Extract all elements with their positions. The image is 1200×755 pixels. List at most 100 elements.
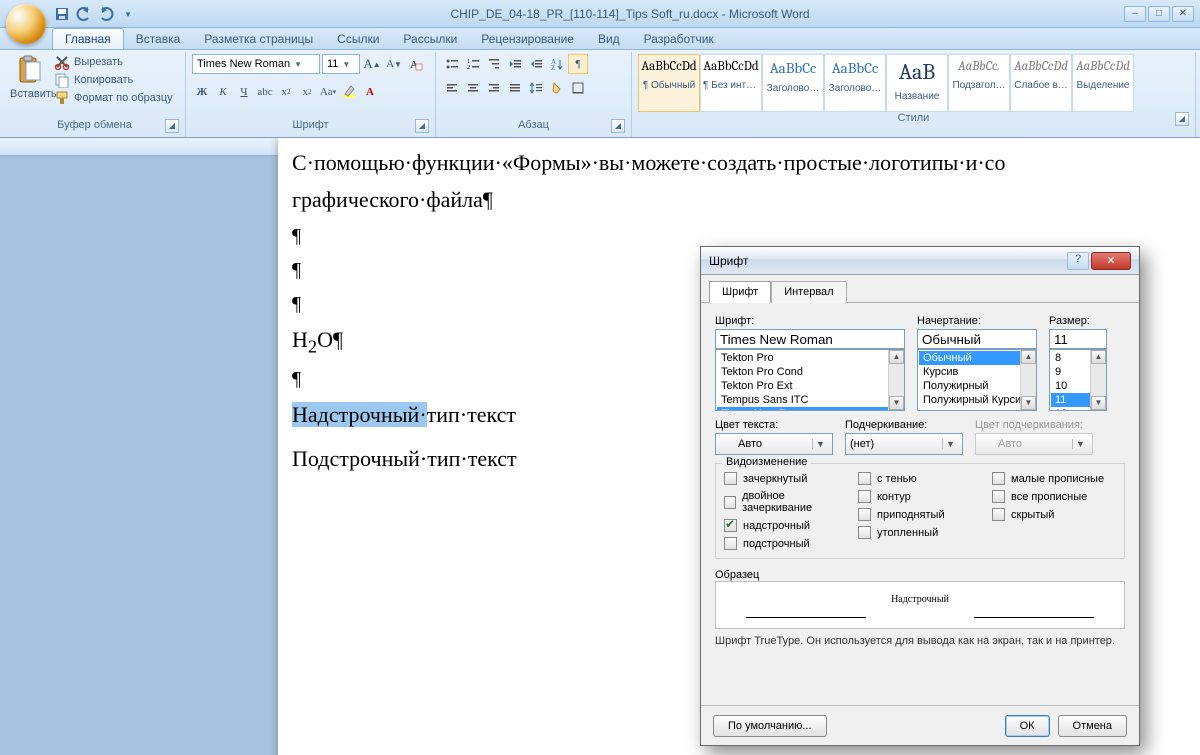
chk-emboss[interactable]: приподнятый <box>858 508 982 521</box>
dialog-tab-spacing[interactable]: Интервал <box>771 281 846 303</box>
styles-gallery[interactable]: AaBbCcDd¶ ОбычныйAaBbCcDd¶ Без инте…AaBb… <box>638 54 1189 112</box>
align-right-button[interactable] <box>484 78 504 98</box>
align-center-button[interactable] <box>463 78 483 98</box>
font-style-input[interactable] <box>917 329 1037 349</box>
list-option[interactable]: Обычный <box>919 351 1035 365</box>
maximize-button[interactable]: □ <box>1148 6 1170 22</box>
dialog-help-button[interactable]: ? <box>1067 252 1089 270</box>
subscript-button[interactable]: x2 <box>276 82 296 102</box>
italic-button[interactable]: К <box>213 82 233 102</box>
tab-developer[interactable]: Разработчик <box>632 29 726 49</box>
office-button[interactable] <box>6 4 46 44</box>
chk-double-strike[interactable]: двойное зачеркивание <box>724 490 848 514</box>
show-marks-button[interactable]: ¶ <box>568 54 588 74</box>
borders-button[interactable] <box>568 78 588 98</box>
undo-icon[interactable] <box>76 6 92 22</box>
underline-button[interactable]: Ч <box>234 82 254 102</box>
shrink-font-button[interactable]: A▼ <box>384 54 404 74</box>
underline-dropdown[interactable]: (нет)▼ <box>845 433 963 455</box>
list-option[interactable]: Полужирный <box>919 379 1035 393</box>
style-item[interactable]: AaBНазвание <box>886 54 948 112</box>
redo-icon[interactable] <box>98 6 114 22</box>
copy-button[interactable]: Копировать <box>54 72 173 88</box>
format-painter-button[interactable]: Формат по образцу <box>54 90 173 106</box>
list-option[interactable]: Tempus Sans ITC <box>717 393 903 407</box>
line-spacing-button[interactable] <box>526 78 546 98</box>
paste-button[interactable]: Вставить <box>10 54 50 100</box>
tab-layout[interactable]: Разметка страницы <box>192 29 325 49</box>
style-list[interactable]: ОбычныйКурсивПолужирныйПолужирный Курсив… <box>917 349 1037 411</box>
ok-button[interactable]: ОК <box>1005 715 1050 737</box>
bullets-button[interactable] <box>442 54 462 74</box>
tab-home[interactable]: Главная <box>52 28 124 49</box>
list-option[interactable]: Tekton Pro Ext <box>717 379 903 393</box>
paragraph-group-label: Абзац <box>518 119 549 131</box>
chk-shadow[interactable]: с тенью <box>858 472 982 485</box>
change-case-button[interactable]: Aa▾ <box>318 82 338 102</box>
font-dialog-launcher[interactable]: ◢ <box>415 119 429 133</box>
increase-indent-button[interactable] <box>526 54 546 74</box>
superscript-button[interactable]: x2 <box>297 82 317 102</box>
sort-button[interactable]: AZ <box>547 54 567 74</box>
list-option[interactable]: Курсив <box>919 365 1035 379</box>
clear-formatting-button[interactable]: A <box>406 54 426 74</box>
default-button[interactable]: По умолчанию... <box>713 715 827 737</box>
font-list[interactable]: Tekton ProTekton Pro CondTekton Pro ExtT… <box>715 349 905 411</box>
paragraph-dialog-launcher[interactable]: ◢ <box>611 119 625 133</box>
font-color-button[interactable]: A <box>360 82 380 102</box>
strikethrough-button[interactable]: abc <box>255 82 275 102</box>
styles-dialog-launcher[interactable]: ◢ <box>1175 112 1189 126</box>
dialog-close-button[interactable]: ✕ <box>1091 252 1131 270</box>
bold-button[interactable]: Ж <box>192 82 212 102</box>
style-item[interactable]: AaBbCcDd¶ Без инте… <box>700 54 762 112</box>
cut-button[interactable]: Вырезать <box>54 54 173 70</box>
chk-smallcaps[interactable]: малые прописные <box>992 472 1116 485</box>
dialog-tab-font[interactable]: Шрифт <box>709 281 771 303</box>
numbering-button[interactable]: 12 <box>463 54 483 74</box>
clipboard-dialog-launcher[interactable]: ◢ <box>165 119 179 133</box>
chk-superscript[interactable]: надстрочный <box>724 519 848 532</box>
shading-button[interactable] <box>547 78 567 98</box>
style-item[interactable]: AaBbCcЗаголово… <box>762 54 824 112</box>
chk-engrave[interactable]: утопленный <box>858 526 982 539</box>
style-item[interactable]: AaBbCcЗаголово… <box>824 54 886 112</box>
size-list[interactable]: 89101112▲▼ <box>1049 349 1107 411</box>
chk-hidden[interactable]: скрытый <box>992 508 1116 521</box>
qat-more-icon[interactable]: ▾ <box>120 6 136 22</box>
font-size-combo[interactable]: 11▼ <box>322 54 360 74</box>
list-option[interactable]: Tekton Pro <box>717 351 903 365</box>
tab-review[interactable]: Рецензирование <box>469 29 586 49</box>
chk-strikethrough[interactable]: зачеркнутый <box>724 472 848 485</box>
font-name-input[interactable] <box>715 329 905 349</box>
grow-font-button[interactable]: A▲ <box>362 54 382 74</box>
cancel-button[interactable]: Отмена <box>1058 715 1127 737</box>
font-hint: Шрифт TrueType. Он используется для выво… <box>715 635 1125 647</box>
list-option[interactable]: Times New Roman <box>717 407 903 411</box>
save-icon[interactable] <box>54 6 70 22</box>
style-item[interactable]: AaBbCcDd¶ Обычный <box>638 54 700 112</box>
tab-mailings[interactable]: Рассылки <box>391 29 469 49</box>
quick-access-toolbar: ▾ <box>54 6 136 22</box>
multilevel-button[interactable] <box>484 54 504 74</box>
close-button[interactable]: ✕ <box>1172 6 1194 22</box>
justify-button[interactable] <box>505 78 525 98</box>
tab-view[interactable]: Вид <box>586 29 632 49</box>
chk-outline[interactable]: контур <box>858 490 982 503</box>
font-color-dropdown[interactable]: Авто▼ <box>715 433 833 455</box>
style-item[interactable]: AaBbCcDdВыделение <box>1072 54 1134 112</box>
chk-subscript[interactable]: подстрочный <box>724 537 848 550</box>
font-size-input[interactable] <box>1049 329 1107 349</box>
style-item[interactable]: AaBbCc.Подзагол… <box>948 54 1010 112</box>
styles-group-label: Стили <box>898 112 930 124</box>
decrease-indent-button[interactable] <box>505 54 525 74</box>
tab-references[interactable]: Ссылки <box>325 29 391 49</box>
tab-insert[interactable]: Вставка <box>124 29 193 49</box>
font-name-combo[interactable]: Times New Roman▼ <box>192 54 320 74</box>
minimize-button[interactable]: – <box>1124 6 1146 22</box>
highlight-button[interactable] <box>339 82 359 102</box>
align-left-button[interactable] <box>442 78 462 98</box>
list-option[interactable]: Tekton Pro Cond <box>717 365 903 379</box>
list-option[interactable]: Полужирный Курсив <box>919 393 1035 407</box>
style-item[interactable]: AaBbCcDdСлабое в… <box>1010 54 1072 112</box>
chk-allcaps[interactable]: все прописные <box>992 490 1116 503</box>
